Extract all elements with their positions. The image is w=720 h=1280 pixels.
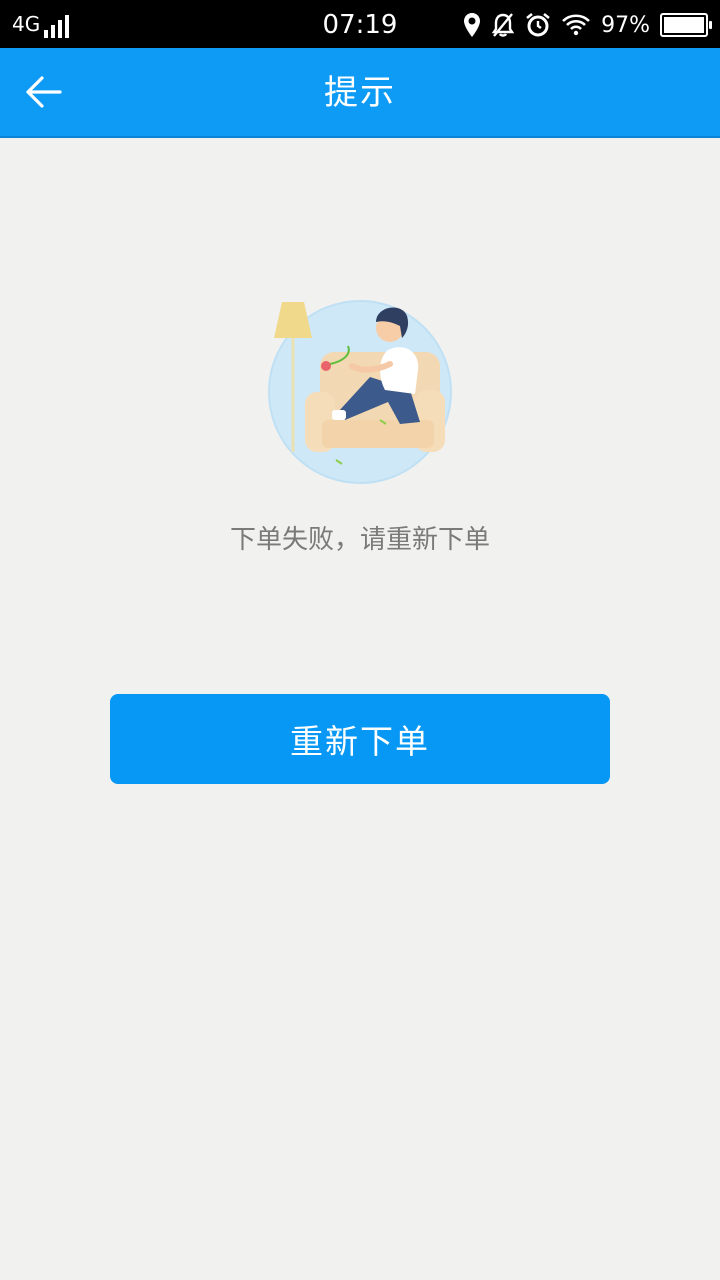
reorder-button[interactable]: 重新下单 (110, 694, 610, 784)
location-icon (464, 13, 481, 37)
battery-percent: 97% (601, 12, 650, 38)
alarm-icon (526, 12, 550, 37)
mute-icon (491, 13, 515, 37)
wifi-icon (562, 14, 591, 36)
error-message: 下单失败，请重新下单 (229, 525, 490, 555)
battery-icon (660, 13, 712, 37)
status-bar: 4G 07:19 97% (0, 0, 720, 48)
page-title: 提示 (324, 73, 396, 113)
person-on-sofa-illustration (268, 300, 452, 484)
status-right: 97% (453, 8, 712, 42)
app-bar: 提示 (0, 48, 720, 138)
